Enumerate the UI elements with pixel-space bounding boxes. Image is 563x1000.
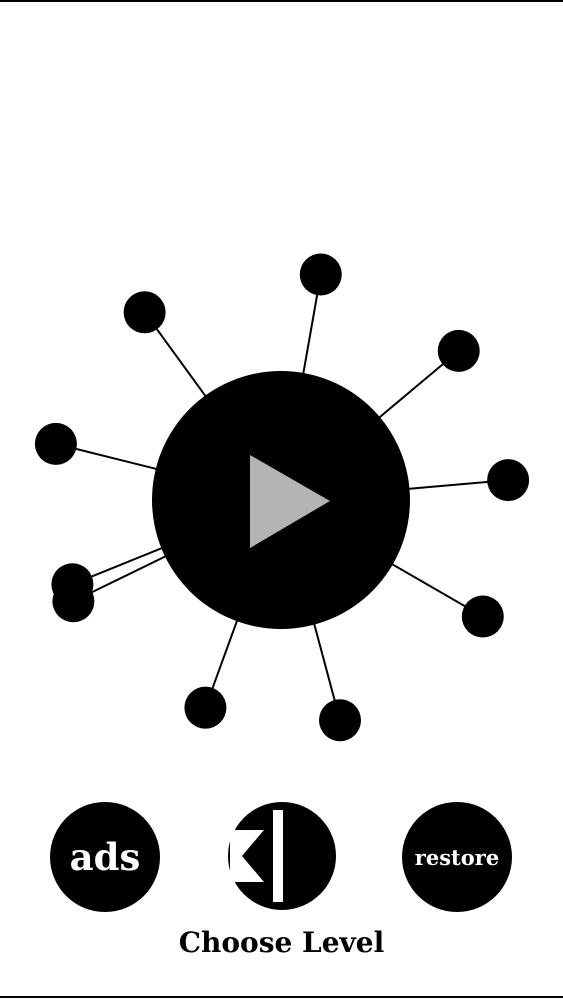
- pin-ball: [487, 459, 530, 502]
- restore-button-label: restore: [414, 844, 500, 870]
- pin-ball: [184, 686, 227, 729]
- ads-button[interactable]: ads: [50, 802, 160, 912]
- pin-ball: [123, 291, 166, 334]
- pin-ball: [437, 329, 480, 372]
- play-button[interactable]: [152, 372, 410, 630]
- pin-ball: [461, 595, 504, 638]
- pin-ball: [319, 699, 362, 742]
- choose-level-link[interactable]: Choose Level: [0, 926, 563, 959]
- pin-ball: [34, 422, 77, 465]
- bottom-border: [0, 996, 563, 998]
- restore-button[interactable]: restore: [402, 802, 512, 912]
- pin-ball: [51, 563, 94, 606]
- share-icon[interactable]: [226, 800, 338, 912]
- pin-ball: [299, 253, 342, 296]
- ads-button-label: ads: [69, 835, 141, 879]
